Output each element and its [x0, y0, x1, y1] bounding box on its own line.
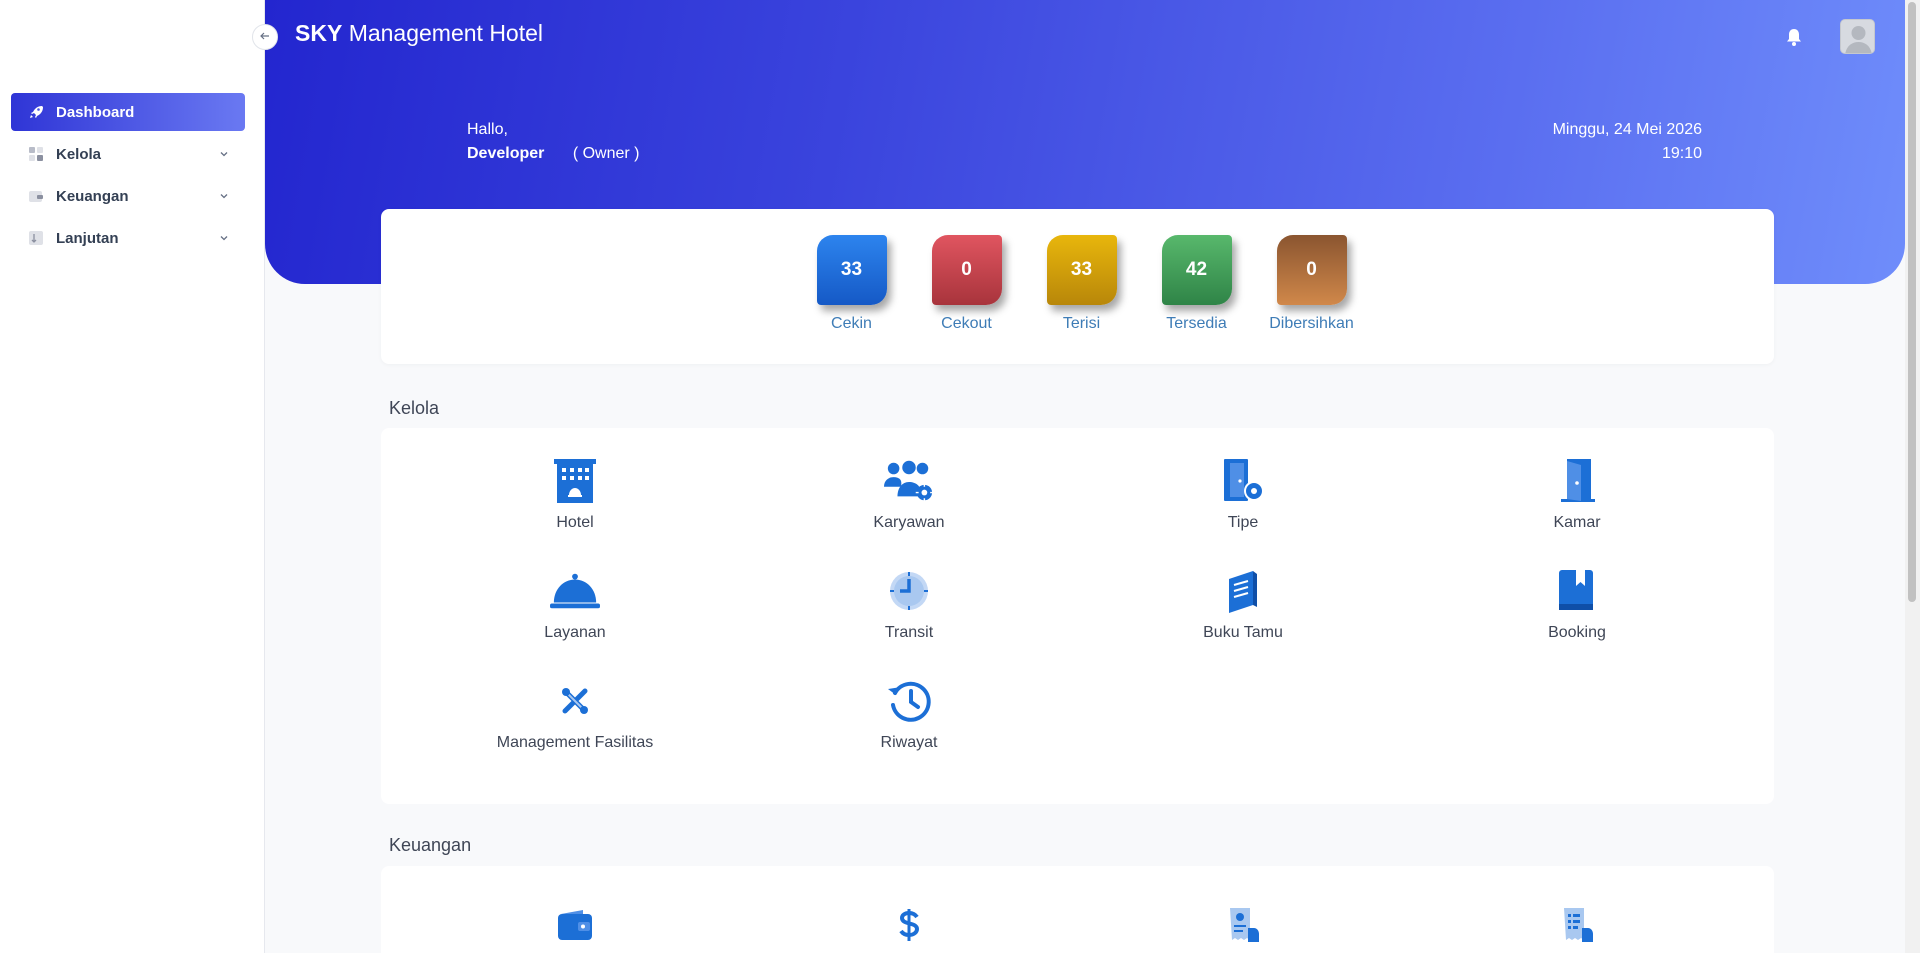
clock-icon — [884, 568, 934, 614]
stat-label: Dibersihkan — [1269, 315, 1354, 332]
sidebar-item-label: Keuangan — [56, 187, 129, 205]
room-stats: 33 Cekin 0 Cekout 33 Terisi 42 Tersedia … — [381, 209, 1774, 364]
menu-layanan[interactable]: Layanan — [408, 568, 742, 642]
sidebar-item-lanjutan[interactable]: Lanjutan — [11, 219, 245, 257]
greeting-block: Hallo, Developer ( Owner ) — [467, 118, 640, 166]
stat-value-box: 42 — [1161, 235, 1232, 305]
current-time: 19:10 — [1661, 145, 1702, 162]
chevron-down-icon — [217, 231, 231, 245]
chevron-down-icon — [217, 147, 231, 161]
menu-label: Hotel — [556, 514, 594, 531]
stat-value-box: 0 — [1276, 235, 1347, 305]
invoice-hand-icon — [1552, 902, 1602, 948]
arrow-left-icon — [259, 30, 271, 45]
room-stats-card: 33 Cekin 0 Cekout 33 Terisi 42 Tersedia … — [381, 209, 1774, 364]
service-bell-icon — [550, 568, 600, 614]
brand-rest: Management Hotel — [348, 20, 544, 46]
stat-dibersihkan[interactable]: 0 Dibersihkan — [1254, 235, 1369, 364]
hotel-icon — [550, 458, 600, 504]
kelola-panel: Hotel Karyawan Tipe Kamar Layanan Transi… — [381, 428, 1774, 804]
door-cog-icon — [1218, 458, 1268, 504]
menu-label: Layanan — [544, 624, 606, 641]
menu-riwayat[interactable]: Riwayat — [742, 678, 1076, 752]
menu-buku-tamu[interactable]: Buku Tamu — [1076, 568, 1410, 642]
stat-tersedia[interactable]: 42 Tersedia — [1139, 235, 1254, 364]
stat-label: Cekout — [941, 315, 992, 332]
user-role: ( Owner ) — [572, 145, 640, 162]
history-icon — [884, 678, 934, 724]
menu-kamar[interactable]: Kamar — [1410, 458, 1744, 532]
menu-keuangan-2[interactable] — [742, 902, 1076, 948]
menu-hotel[interactable]: Hotel — [408, 458, 742, 532]
menu-management-fasilitas[interactable]: Management Fasilitas — [408, 678, 742, 752]
stat-cekin[interactable]: 33 Cekin — [794, 235, 909, 364]
user-name: Developer — [467, 145, 545, 162]
rocket-icon — [28, 104, 44, 120]
tools-icon — [550, 678, 600, 724]
receipt-hand-icon — [1218, 902, 1268, 948]
menu-label: Transit — [884, 624, 934, 641]
brand-bold: SKY — [295, 20, 343, 46]
menu-label: Riwayat — [880, 734, 938, 751]
greeting-text: Hallo, — [467, 121, 508, 138]
wallet-icon — [550, 902, 600, 948]
sidebar-item-keuangan[interactable]: Keuangan — [11, 177, 245, 215]
stat-value: 33 — [1070, 259, 1093, 280]
app-title: SKY Management Hotel — [295, 20, 543, 47]
sidebar-item-label: Kelola — [56, 145, 102, 163]
chevron-down-icon — [217, 189, 231, 203]
section-title-kelola: Kelola — [389, 398, 440, 418]
menu-tipe[interactable]: Tipe — [1076, 458, 1410, 532]
menu-label: Karyawan — [873, 514, 945, 531]
menu-label: Booking — [1548, 624, 1606, 641]
grid-icon — [28, 146, 44, 162]
menu-keuangan-4[interactable] — [1410, 902, 1744, 948]
menu-karyawan[interactable]: Karyawan — [742, 458, 1076, 532]
stat-value: 33 — [840, 259, 863, 280]
menu-booking[interactable]: Booking — [1410, 568, 1744, 642]
sidebar-item-label: Dashboard — [56, 103, 135, 121]
sidebar-item-label: Lanjutan — [56, 229, 119, 247]
menu-label: Management Fasilitas — [496, 734, 654, 751]
menu-keuangan-3[interactable] — [1076, 902, 1410, 948]
book-icon — [1218, 568, 1268, 614]
stat-value: 0 — [1306, 259, 1317, 280]
menu-label: Kamar — [1553, 514, 1601, 531]
users-cog-icon — [884, 458, 934, 504]
stat-terisi[interactable]: 33 Terisi — [1024, 235, 1139, 364]
page-scrollbar[interactable] — [1905, 0, 1920, 953]
current-date: Minggu, 24 Mei 2026 — [1552, 121, 1702, 138]
sidebar-item-kelola[interactable]: Kelola — [11, 135, 245, 173]
sidebar: Dashboard Kelola Keuangan Lanjutan — [0, 0, 265, 953]
dollar-icon — [884, 902, 934, 948]
stat-cekout[interactable]: 0 Cekout — [909, 235, 1024, 364]
stat-value-box: 33 — [1046, 235, 1117, 305]
stat-label: Cekin — [831, 315, 872, 332]
sort-icon — [28, 230, 44, 246]
sidebar-item-dashboard[interactable]: Dashboard — [11, 93, 245, 131]
menu-label: Buku Tamu — [1203, 624, 1283, 641]
scrollbar-thumb[interactable] — [1908, 2, 1916, 602]
stat-value-box: 33 — [816, 235, 887, 305]
section-title-keuangan: Keuangan — [389, 835, 472, 855]
datetime-block: Minggu, 24 Mei 2026 19:10 — [1553, 118, 1702, 166]
bookmark-book-icon — [1552, 568, 1602, 614]
stat-value: 42 — [1185, 259, 1208, 280]
stat-label: Terisi — [1062, 315, 1101, 332]
menu-label: Tipe — [1227, 514, 1259, 531]
door-icon — [1552, 458, 1602, 504]
avatar[interactable] — [1840, 19, 1875, 54]
sidebar-nav: Dashboard Kelola Keuangan Lanjutan — [11, 93, 245, 261]
stat-value: 0 — [961, 259, 972, 280]
stat-value-box: 0 — [931, 235, 1002, 305]
stat-label: Tersedia — [1166, 315, 1227, 332]
keuangan-panel — [381, 866, 1774, 953]
bell-icon[interactable] — [1784, 26, 1804, 48]
wallet-icon — [28, 188, 44, 204]
menu-transit[interactable]: Transit — [742, 568, 1076, 642]
sidebar-collapse-button[interactable] — [252, 24, 278, 50]
menu-keuangan-1[interactable] — [408, 902, 742, 948]
